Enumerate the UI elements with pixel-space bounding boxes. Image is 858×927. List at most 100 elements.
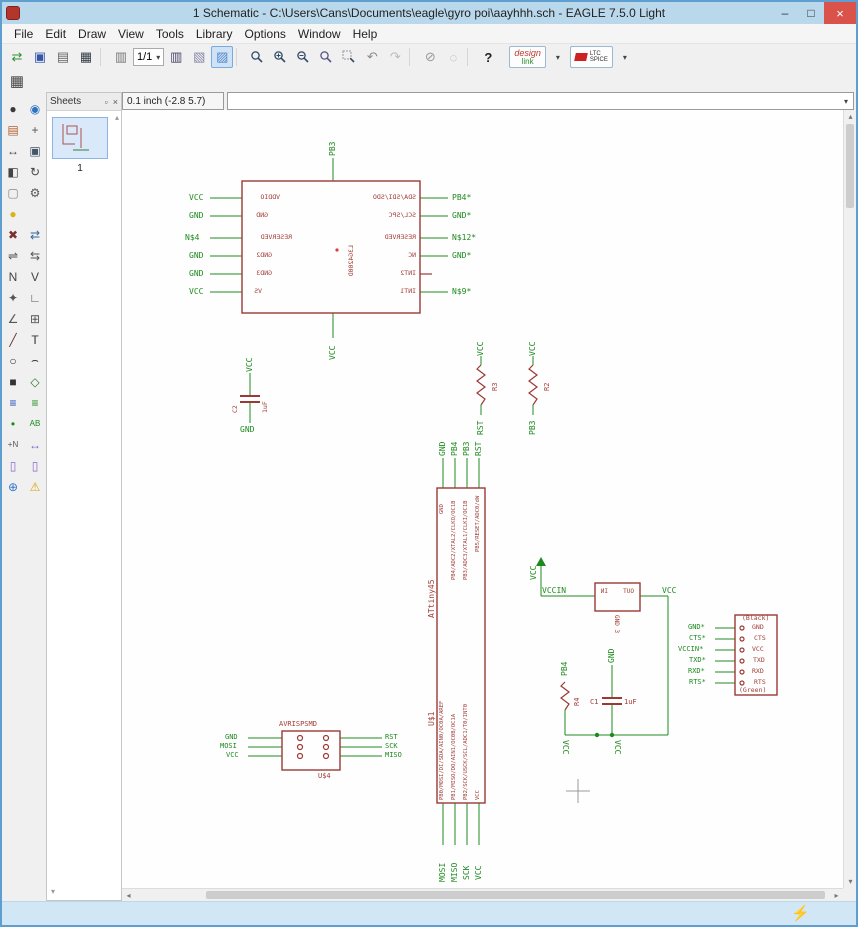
mark-tool-icon[interactable]: + [24, 119, 46, 140]
close-panel-icon[interactable]: × [113, 97, 118, 107]
net-tool-icon[interactable]: ≡ [24, 392, 46, 413]
zoom-redraw-button[interactable] [315, 46, 337, 68]
horizontal-scrollbar[interactable]: ◂ ▸ [122, 888, 843, 901]
minimize-button[interactable]: – [772, 2, 798, 24]
zoom-scale-select[interactable]: 1/1 ▾ [133, 48, 165, 66]
float-panel-icon[interactable]: ▫ [105, 97, 108, 107]
display-layers-icon[interactable]: ▤ [2, 119, 24, 140]
vertical-scrollbar[interactable]: ▴ ▾ [843, 110, 856, 888]
sheet-thumbnail[interactable] [52, 117, 108, 159]
chevron-down-icon[interactable]: ▾ [839, 97, 853, 106]
zoom-fit-button[interactable] [246, 46, 268, 68]
change-tool-icon[interactable]: ⚙ [24, 182, 46, 203]
scroll-down-icon[interactable]: ▾ [844, 875, 856, 888]
zoom-select-button[interactable] [338, 46, 360, 68]
frame-b-tool-icon[interactable]: ▯ [24, 455, 46, 476]
grid-button[interactable]: ▦ [6, 70, 28, 92]
zoom-out-button[interactable] [292, 46, 314, 68]
invoke-tool-icon[interactable]: ⊞ [24, 308, 46, 329]
copy-tool-icon[interactable]: ▣ [24, 140, 46, 161]
polygon-tool-icon[interactable]: ◇ [24, 371, 46, 392]
command-combobox[interactable]: ▾ [227, 92, 854, 110]
errors-tool-icon[interactable]: ⚠ [24, 476, 46, 497]
menu-draw[interactable]: Draw [72, 26, 112, 42]
ruler-button[interactable]: ▥ [110, 46, 132, 68]
paste-tool-icon[interactable]: ● [2, 203, 24, 224]
help-button[interactable]: ? [477, 46, 499, 68]
frame-a-tool-icon[interactable]: ▯ [2, 455, 24, 476]
menu-edit[interactable]: Edit [39, 26, 72, 42]
junction-tool-icon[interactable]: • [2, 413, 24, 434]
schematic-canvas[interactable]: VCC GND N$4 GND GND VCC PB4* GND* N$12* GND* N$9* P… [122, 110, 856, 901]
image-b-button[interactable]: ▨ [211, 46, 234, 68]
scroll-left-icon[interactable]: ◂ [122, 889, 135, 901]
menu-window[interactable]: Window [292, 26, 347, 42]
open-recent-button[interactable]: ⇄ [6, 46, 28, 68]
avrisp-header-symbol[interactable] [281, 730, 341, 771]
split-tool-icon[interactable]: ∠ [2, 308, 24, 329]
bus-tool-icon[interactable]: ≡ [2, 392, 24, 413]
gyro-symbol[interactable] [241, 180, 421, 314]
undo-button[interactable]: ↶ [361, 46, 383, 68]
ftdi-header-symbol[interactable] [734, 614, 778, 696]
design-link-button[interactable]: design link [509, 46, 546, 68]
value-tool-icon[interactable]: V [24, 266, 46, 287]
sheets-panel-header[interactable]: Sheets ▫ × [47, 93, 121, 111]
design-link-dropdown[interactable]: ▾ [547, 46, 569, 68]
print-button[interactable]: ▤ [52, 46, 74, 68]
info-tool-icon[interactable]: ● [2, 98, 24, 119]
name-tool-icon[interactable]: N [2, 266, 24, 287]
rect-tool-icon[interactable]: ■ [2, 371, 24, 392]
image-a-button[interactable]: ▧ [188, 46, 210, 68]
stop-button[interactable]: ⊘ [419, 46, 441, 68]
gateswap-tool-icon[interactable]: ⇆ [24, 245, 46, 266]
scroll-right-icon[interactable]: ▸ [830, 889, 843, 901]
attribute-tool-icon[interactable]: +N [2, 434, 24, 455]
move-tool-icon[interactable]: ↔ [2, 140, 24, 161]
eagle-window: 1 Schematic - C:\Users\Cans\Documents\ea… [0, 0, 858, 927]
sheet-thumbnail-label[interactable]: 1 [47, 163, 113, 174]
ltspice-button[interactable]: LTC SPICE [569, 46, 613, 68]
menu-help[interactable]: Help [347, 26, 384, 42]
maximize-button[interactable]: □ [798, 2, 824, 24]
vertical-scroll-thumb[interactable] [846, 124, 854, 208]
horizontal-scroll-thumb[interactable] [206, 891, 825, 899]
attiny45-symbol[interactable] [436, 487, 486, 804]
menu-tools[interactable]: Tools [150, 26, 190, 42]
export-image-button[interactable]: ▦ [75, 46, 97, 68]
circle-tool-icon[interactable]: ○ [2, 350, 24, 371]
rotate-tool-icon[interactable]: ↻ [24, 161, 46, 182]
menu-view[interactable]: View [112, 26, 150, 42]
titlebar[interactable]: 1 Schematic - C:\Users\Cans\Documents\ea… [2, 2, 856, 24]
show-tool-icon[interactable]: ◉ [24, 98, 46, 119]
zoom-in-button[interactable] [269, 46, 291, 68]
replace-tool-icon[interactable]: ⇌ [2, 245, 24, 266]
pinswap-tool-icon[interactable]: ⇄ [24, 224, 46, 245]
columns-button[interactable]: ▥ [165, 46, 187, 68]
miter-tool-icon[interactable]: ∟ [24, 287, 46, 308]
mirror-tool-icon[interactable]: ◧ [2, 161, 24, 182]
close-button[interactable]: × [824, 2, 856, 24]
command-input[interactable] [228, 93, 839, 109]
scroll-down-icon[interactable]: ▾ [51, 887, 55, 896]
menu-library[interactable]: Library [190, 26, 239, 42]
menu-options[interactable]: Options [239, 26, 292, 42]
smash-tool-icon[interactable]: ✦ [2, 287, 24, 308]
ltspice-dropdown[interactable]: ▾ [614, 46, 636, 68]
text-tool-icon[interactable]: T [24, 329, 46, 350]
erc-tool-icon[interactable]: ⊕ [2, 476, 24, 497]
regulator-symbol[interactable] [594, 582, 641, 612]
scroll-up-icon[interactable]: ▴ [115, 113, 119, 122]
delete-tool-icon[interactable]: ✖ [2, 224, 24, 245]
schematic-wires[interactable] [210, 158, 735, 845]
dimension-tool-icon[interactable]: ↔ [24, 434, 46, 455]
arc-tool-icon[interactable]: ⌢ [24, 350, 46, 371]
redo-button[interactable]: ↷ [384, 46, 406, 68]
save-button[interactable]: ▣ [29, 46, 51, 68]
group-tool-icon[interactable]: ▢ [2, 182, 24, 203]
scroll-up-icon[interactable]: ▴ [844, 110, 856, 123]
label-tool-icon[interactable]: AB [24, 413, 46, 434]
wire-tool-icon[interactable]: ╱ [2, 329, 24, 350]
go-button[interactable]: ◌ [442, 46, 464, 68]
menu-file[interactable]: File [8, 26, 39, 42]
